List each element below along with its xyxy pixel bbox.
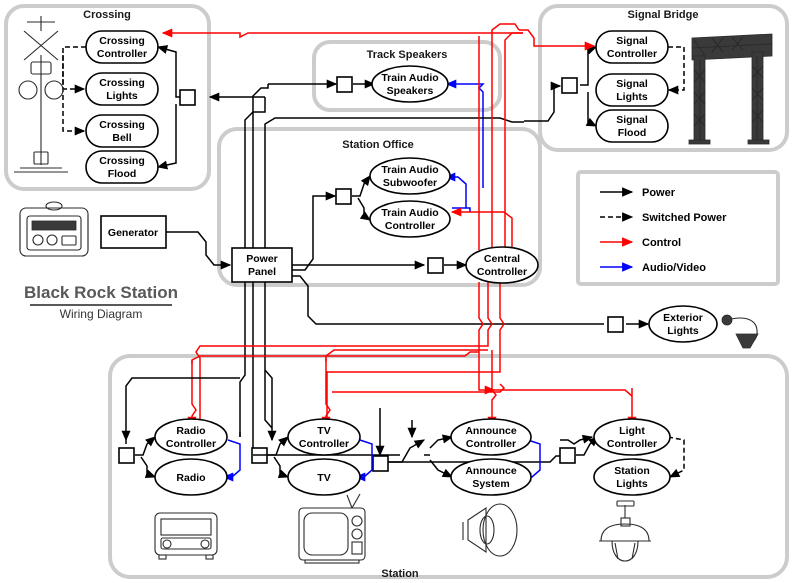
node-signal-lights-line1: Signal [616, 78, 648, 90]
node-train-audio-controller[interactable]: Train Audio Controller [369, 200, 451, 238]
junction-box-signal-bridge [561, 77, 578, 94]
node-power-panel-line2: Panel [248, 266, 276, 278]
node-light-controller-line2: Controller [607, 438, 657, 450]
node-crossing-flood-line1: Crossing [99, 155, 145, 167]
node-signal-controller-line1: Signal [616, 35, 648, 47]
node-station-lights-line2: Lights [616, 478, 648, 490]
node-generator-label: Generator [108, 227, 158, 239]
page-subtitle: Wiring Diagram [60, 307, 143, 321]
node-crossing-lights-line2: Lights [106, 90, 138, 102]
junction-box-radio [118, 447, 135, 464]
group-signal-bridge-label: Signal Bridge [628, 9, 699, 21]
node-crossing-controller[interactable]: Crossing Controller [85, 30, 159, 64]
node-exterior-lights[interactable]: Exterior Lights [648, 305, 718, 343]
exterior-light-fixture-icon [721, 314, 759, 349]
node-train-audio-controller-line2: Controller [385, 220, 435, 232]
node-train-audio-speakers[interactable]: Train Audio Speakers [371, 65, 449, 103]
legend-label-control: Control [642, 237, 681, 249]
node-signal-controller-line2: Controller [607, 48, 657, 60]
junction-box-station-office [335, 188, 352, 205]
node-signal-lights[interactable]: Signal Lights [595, 73, 669, 107]
node-crossing-bell-line1: Crossing [99, 119, 145, 131]
node-radio-controller[interactable]: Radio Controller [154, 418, 228, 456]
node-signal-controller[interactable]: Signal Controller [595, 30, 669, 64]
node-crossing-bell-line2: Bell [112, 132, 131, 144]
node-crossing-flood-line2: Flood [108, 168, 137, 180]
node-central-controller[interactable]: Central Controller [465, 246, 539, 284]
generator-icon [19, 201, 89, 257]
node-crossing-flood[interactable]: Crossing Flood [85, 150, 159, 184]
node-generator[interactable]: Generator [100, 215, 167, 249]
node-power-panel-line1: Power [246, 253, 278, 265]
junction-box-track-speakers [336, 76, 353, 93]
node-train-audio-speakers-line2: Speakers [387, 85, 434, 97]
node-train-audio-controller-line1: Train Audio [381, 207, 438, 219]
node-radio[interactable]: Radio [154, 458, 228, 496]
title-block: Black Rock Station Wiring Diagram [24, 283, 178, 321]
node-crossing-lights[interactable]: Crossing Lights [85, 72, 159, 106]
node-central-controller-line2: Controller [477, 266, 527, 278]
node-train-audio-speakers-line1: Train Audio [381, 72, 438, 84]
node-crossing-lights-line1: Crossing [99, 77, 145, 89]
node-signal-flood[interactable]: Signal Flood [595, 109, 669, 143]
junction-box-crossing [179, 89, 196, 106]
node-announce-controller[interactable]: Announce Controller [450, 418, 532, 456]
legend-label-switched-power: Switched Power [642, 212, 727, 224]
wiring-diagram: Crossing Track Speakers Signal Bridge St… [0, 0, 793, 583]
node-crossing-bell[interactable]: Crossing Bell [85, 114, 159, 148]
node-announce-controller-line1: Announce [465, 425, 516, 437]
legend-label-audio-video: Audio/Video [642, 262, 706, 274]
node-announce-controller-line2: Controller [466, 438, 516, 450]
node-signal-flood-line1: Signal [616, 114, 648, 126]
node-train-audio-subwoofer-line2: Subwoofer [383, 177, 437, 189]
node-tv-controller-line1: TV [317, 425, 330, 437]
node-radio-label: Radio [176, 472, 205, 484]
junction-box-station-lights [559, 447, 576, 464]
node-central-controller-line1: Central [484, 253, 520, 265]
node-train-audio-subwoofer-line1: Train Audio [381, 164, 438, 176]
node-tv-controller[interactable]: TV Controller [287, 418, 361, 456]
node-exterior-lights-line2: Lights [667, 325, 699, 337]
node-exterior-lights-line1: Exterior [663, 312, 703, 324]
node-crossing-controller-line1: Crossing [99, 35, 145, 47]
page-title: Black Rock Station [24, 283, 178, 302]
node-power-panel[interactable]: Power Panel [231, 247, 293, 283]
group-crossing-label: Crossing [83, 9, 131, 21]
group-track-speakers-label: Track Speakers [367, 49, 448, 61]
node-station-lights[interactable]: Station Lights [593, 458, 671, 496]
node-crossing-controller-line2: Controller [97, 48, 147, 60]
node-light-controller-line1: Light [619, 425, 645, 437]
legend-label-power: Power [642, 187, 676, 199]
junction-box-light [372, 455, 389, 472]
group-station-label: Station [381, 568, 419, 580]
wire-control-to-crossing-controller [161, 28, 523, 39]
group-station-office-label: Station Office [342, 139, 414, 151]
node-signal-lights-line2: Lights [616, 91, 648, 103]
node-announce-system[interactable]: Announce System [450, 458, 532, 496]
node-train-audio-subwoofer[interactable]: Train Audio Subwoofer [369, 157, 451, 195]
node-tv-label: TV [317, 472, 330, 484]
node-station-lights-line1: Station [614, 465, 650, 477]
node-radio-controller-line2: Controller [166, 438, 216, 450]
node-announce-system-line1: Announce [465, 465, 516, 477]
node-signal-flood-line2: Flood [618, 127, 647, 139]
node-light-controller[interactable]: Light Controller [593, 418, 671, 456]
node-radio-controller-line1: Radio [176, 425, 205, 437]
junction-box-central [427, 257, 444, 274]
node-tv-controller-line2: Controller [299, 438, 349, 450]
node-announce-system-line2: System [472, 478, 509, 490]
junction-box-exterior-lights [607, 316, 624, 333]
node-tv[interactable]: TV [287, 458, 361, 496]
